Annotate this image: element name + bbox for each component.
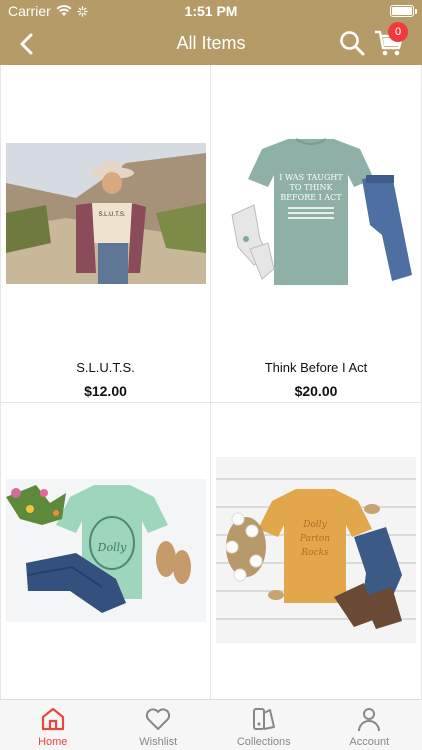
svg-text:Rocks: Rocks (300, 548, 329, 558)
product-card[interactable]: S.L.U.T.S. S.L.U.T.S. $12.00 (0, 65, 211, 403)
svg-text:Parton: Parton (299, 534, 330, 544)
svg-text:Dolly: Dolly (302, 520, 327, 530)
top-bar: Carrier 1:51 PM All Items 0 (0, 0, 422, 65)
battery-icon (390, 5, 414, 17)
product-image[interactable]: S.L.U.T.S. (6, 143, 206, 284)
heart-icon (146, 708, 171, 730)
svg-text:BEFORE I ACT: BEFORE I ACT (280, 193, 342, 202)
tab-collections[interactable]: Collections (211, 700, 317, 750)
svg-text:TO THINK: TO THINK (290, 183, 334, 192)
app-screen: Carrier 1:51 PM All Items 0 S.L.U.T.S. S… (0, 0, 422, 750)
product-price: $20.00 (294, 383, 338, 399)
product-card[interactable]: Dolly (0, 403, 211, 699)
status-time: 1:51 PM (184, 3, 238, 19)
product-price: $12.00 (84, 383, 127, 399)
status-bar: Carrier 1:51 PM (0, 0, 422, 22)
account-icon (358, 708, 381, 732)
svg-text:Dolly: Dolly (97, 541, 127, 554)
svg-text:S.L.U.T.S.: S.L.U.T.S. (98, 212, 125, 218)
tab-bar: Home Wishlist Collections Account (0, 699, 422, 750)
product-name[interactable]: S.L.U.T.S. (1, 360, 210, 375)
battery-tip (415, 9, 417, 14)
tab-home[interactable]: Home (0, 700, 106, 750)
tab-account[interactable]: Account (317, 700, 422, 750)
tab-label: Collections (236, 736, 291, 748)
home-icon (41, 707, 64, 731)
product-image[interactable]: I WAS TAUGHT TO THINK BEFORE I ACT (216, 135, 416, 295)
product-image[interactable]: Dolly Parton Rocks (216, 457, 416, 643)
tab-label: Home (38, 736, 68, 748)
tab-label: Wishlist (139, 736, 178, 748)
product-card[interactable]: Dolly Parton Rocks (211, 403, 422, 699)
product-grid: S.L.U.T.S. S.L.U.T.S. $12.00 I WAS TAUGH… (0, 65, 422, 699)
collections-icon (252, 708, 275, 730)
navigation-bar: All Items 0 (0, 22, 422, 65)
search-icon[interactable] (338, 29, 366, 57)
product-name[interactable]: Think Before I Act (211, 360, 421, 375)
tab-wishlist[interactable]: Wishlist (106, 700, 212, 750)
tab-label: Account (349, 736, 390, 748)
product-image[interactable]: Dolly (6, 479, 206, 622)
cart-count-badge: 0 (388, 22, 408, 42)
product-card[interactable]: I WAS TAUGHT TO THINK BEFORE I ACT Think… (211, 65, 422, 403)
svg-text:I WAS TAUGHT: I WAS TAUGHT (279, 173, 343, 182)
